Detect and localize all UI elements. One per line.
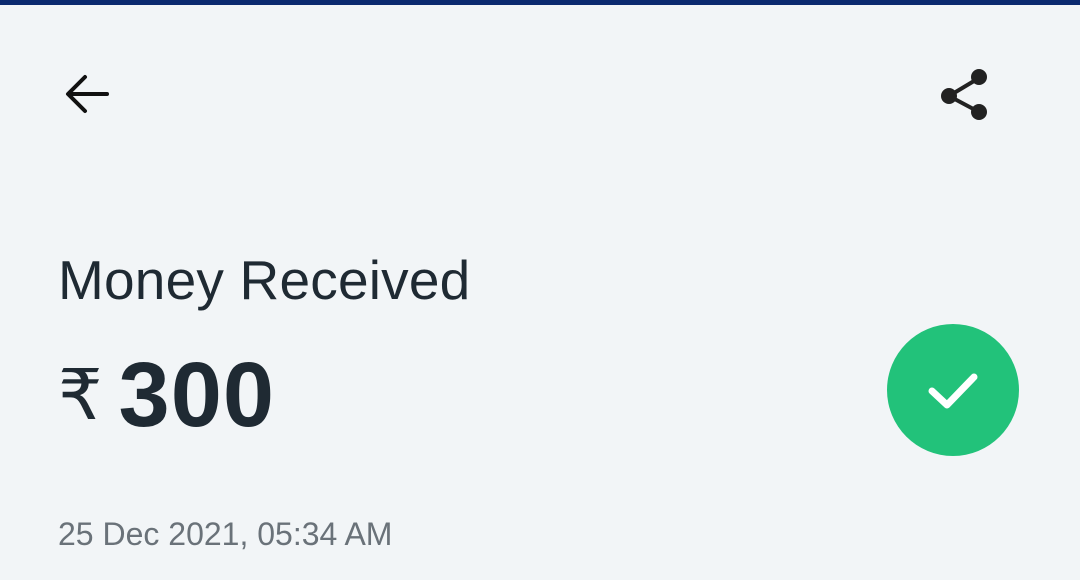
share-icon <box>941 69 987 120</box>
success-status-badge <box>887 324 1019 456</box>
transaction-datetime: 25 Dec 2021, 05:34 AM <box>58 516 393 552</box>
check-icon <box>928 373 978 409</box>
back-button[interactable] <box>58 66 114 122</box>
amount-value: 300 <box>118 344 276 446</box>
currency-symbol: ₹ <box>58 354 103 436</box>
amount-row: ₹ 300 <box>58 345 275 445</box>
transaction-title: Money Received <box>58 249 471 311</box>
arrow-left-icon <box>66 75 109 113</box>
share-button[interactable] <box>934 64 994 124</box>
top-strip <box>0 0 1080 5</box>
